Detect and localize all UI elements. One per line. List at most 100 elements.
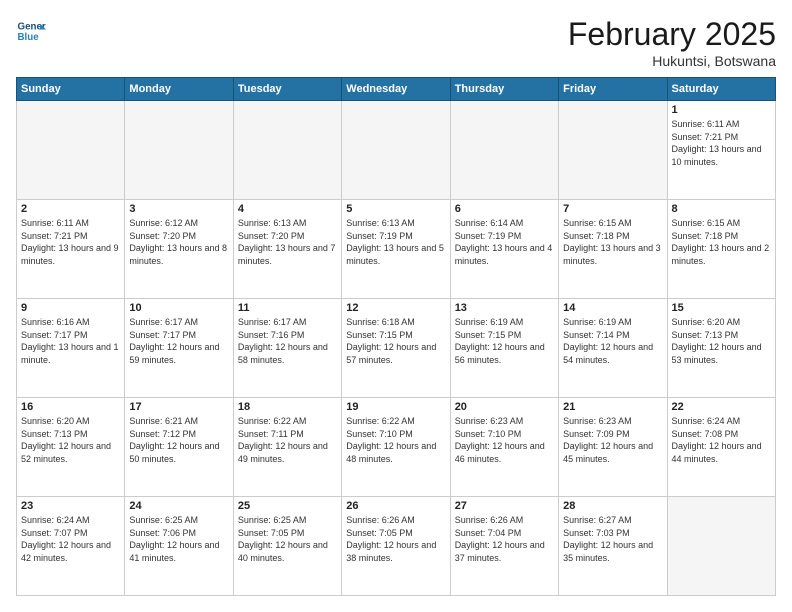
day-number: 25: [238, 500, 337, 512]
calendar-cell: 12 Sunrise: 6:18 AMSunset: 7:15 PMDayligh…: [342, 299, 450, 398]
calendar-header-row: SundayMondayTuesdayWednesdayThursdayFrid…: [17, 78, 776, 101]
day-info: Sunrise: 6:24 AMSunset: 7:07 PMDaylight:…: [21, 514, 120, 564]
day-number: 2: [21, 203, 120, 215]
calendar-cell: 1 Sunrise: 6:11 AMSunset: 7:21 PMDaylight…: [667, 101, 775, 200]
day-number: 27: [455, 500, 554, 512]
calendar-cell: 24Sunrise: 6:25 AMSunset: 7:06 PMDayligh…: [125, 497, 233, 596]
calendar-cell: 26 Sunrise: 6:26 AMSunset: 7:05 PMDayligh…: [342, 497, 450, 596]
day-info: Sunrise: 6:27 AMSunset: 7:03 PMDaylight:…: [563, 514, 662, 564]
calendar-cell: 17 Sunrise: 6:21 AMSunset: 7:12 PMDayligh…: [125, 398, 233, 497]
day-number: 16: [21, 401, 120, 413]
day-number: 23: [21, 500, 120, 512]
calendar-cell: [233, 101, 341, 200]
day-number: 22: [672, 401, 771, 413]
day-number: 4: [238, 203, 337, 215]
day-info: Sunrise: 6:18 AMSunset: 7:15 PMDaylight:…: [346, 316, 445, 366]
calendar-cell: 25 Sunrise: 6:25 AMSunset: 7:05 PMDayligh…: [233, 497, 341, 596]
title-block: February 2025 Hukuntsi, Botswana: [568, 16, 776, 69]
col-header-friday: Friday: [559, 78, 667, 101]
day-info: Sunrise: 6:23 AMSunset: 7:10 PMDaylight:…: [455, 415, 554, 465]
calendar-cell: 27 Sunrise: 6:26 AMSunset: 7:04 PMDayligh…: [450, 497, 558, 596]
day-number: 5: [346, 203, 445, 215]
logo: General Blue: [16, 16, 46, 46]
calendar-cell: 16 Sunrise: 6:20 AMSunset: 7:13 PMDayligh…: [17, 398, 125, 497]
day-info: Sunrise: 6:12 AMSunset: 7:20 PMDaylight:…: [129, 217, 228, 267]
day-info: Sunrise: 6:16 AMSunset: 7:17 PMDaylight:…: [21, 316, 120, 366]
day-number: 3: [129, 203, 228, 215]
day-info: Sunrise: 6:19 AMSunset: 7:14 PMDaylight:…: [563, 316, 662, 366]
header: General Blue February 2025 Hukuntsi, Bot…: [16, 16, 776, 69]
calendar-cell: 21Sunrise: 6:23 AMSunset: 7:09 PMDayligh…: [559, 398, 667, 497]
day-info: Sunrise: 6:17 AMSunset: 7:17 PMDaylight:…: [129, 316, 228, 366]
day-number: 7: [563, 203, 662, 215]
day-number: 24: [129, 500, 228, 512]
day-number: 6: [455, 203, 554, 215]
day-number: 20: [455, 401, 554, 413]
calendar-cell: [667, 497, 775, 596]
day-info: Sunrise: 6:20 AMSunset: 7:13 PMDaylight:…: [21, 415, 120, 465]
col-header-monday: Monday: [125, 78, 233, 101]
col-header-tuesday: Tuesday: [233, 78, 341, 101]
day-info: Sunrise: 6:23 AMSunset: 7:09 PMDaylight:…: [563, 415, 662, 465]
day-info: Sunrise: 6:25 AMSunset: 7:05 PMDaylight:…: [238, 514, 337, 564]
calendar-cell: 3 Sunrise: 6:12 AMSunset: 7:20 PMDaylight…: [125, 200, 233, 299]
day-info: Sunrise: 6:22 AMSunset: 7:11 PMDaylight:…: [238, 415, 337, 465]
day-info: Sunrise: 6:26 AMSunset: 7:05 PMDaylight:…: [346, 514, 445, 564]
calendar-cell: 20 Sunrise: 6:23 AMSunset: 7:10 PMDayligh…: [450, 398, 558, 497]
day-info: Sunrise: 6:26 AMSunset: 7:04 PMDaylight:…: [455, 514, 554, 564]
day-number: 11: [238, 302, 337, 314]
day-number: 13: [455, 302, 554, 314]
calendar-cell: [450, 101, 558, 200]
calendar-cell: 11 Sunrise: 6:17 AMSunset: 7:16 PMDayligh…: [233, 299, 341, 398]
calendar-cell: [17, 101, 125, 200]
col-header-thursday: Thursday: [450, 78, 558, 101]
day-info: Sunrise: 6:17 AMSunset: 7:16 PMDaylight:…: [238, 316, 337, 366]
calendar-cell: 4 Sunrise: 6:13 AMSunset: 7:20 PMDaylight…: [233, 200, 341, 299]
day-number: 10: [129, 302, 228, 314]
calendar-cell: 8Sunrise: 6:15 AMSunset: 7:18 PMDaylight…: [667, 200, 775, 299]
calendar-table: SundayMondayTuesdayWednesdayThursdayFrid…: [16, 77, 776, 596]
calendar-cell: 10 Sunrise: 6:17 AMSunset: 7:17 PMDayligh…: [125, 299, 233, 398]
calendar-cell: 28Sunrise: 6:27 AMSunset: 7:03 PMDayligh…: [559, 497, 667, 596]
day-info: Sunrise: 6:21 AMSunset: 7:12 PMDaylight:…: [129, 415, 228, 465]
day-number: 9: [21, 302, 120, 314]
calendar-cell: 13 Sunrise: 6:19 AMSunset: 7:15 PMDayligh…: [450, 299, 558, 398]
day-info: Sunrise: 6:14 AMSunset: 7:19 PMDaylight:…: [455, 217, 554, 267]
calendar-cell: 23 Sunrise: 6:24 AMSunset: 7:07 PMDayligh…: [17, 497, 125, 596]
calendar-cell: 5 Sunrise: 6:13 AMSunset: 7:19 PMDaylight…: [342, 200, 450, 299]
day-info: Sunrise: 6:15 AMSunset: 7:18 PMDaylight:…: [672, 217, 771, 267]
calendar-cell: 22 Sunrise: 6:24 AMSunset: 7:08 PMDayligh…: [667, 398, 775, 497]
logo-icon: General Blue: [16, 16, 46, 46]
calendar-cell: 2Sunrise: 6:11 AMSunset: 7:21 PMDaylight…: [17, 200, 125, 299]
day-number: 18: [238, 401, 337, 413]
day-info: Sunrise: 6:13 AMSunset: 7:19 PMDaylight:…: [346, 217, 445, 267]
day-info: Sunrise: 6:24 AMSunset: 7:08 PMDaylight:…: [672, 415, 771, 465]
day-number: 17: [129, 401, 228, 413]
day-number: 12: [346, 302, 445, 314]
day-number: 26: [346, 500, 445, 512]
day-info: Sunrise: 6:22 AMSunset: 7:10 PMDaylight:…: [346, 415, 445, 465]
col-header-sunday: Sunday: [17, 78, 125, 101]
calendar-page: General Blue February 2025 Hukuntsi, Bot…: [0, 0, 792, 612]
calendar-week-3: 16 Sunrise: 6:20 AMSunset: 7:13 PMDayligh…: [17, 398, 776, 497]
calendar-cell: 19Sunrise: 6:22 AMSunset: 7:10 PMDayligh…: [342, 398, 450, 497]
location-subtitle: Hukuntsi, Botswana: [568, 53, 776, 69]
day-number: 14: [563, 302, 662, 314]
calendar-cell: 6 Sunrise: 6:14 AMSunset: 7:19 PMDaylight…: [450, 200, 558, 299]
day-number: 1: [672, 104, 771, 116]
month-year-title: February 2025: [568, 16, 776, 53]
day-info: Sunrise: 6:11 AMSunset: 7:21 PMDaylight:…: [672, 118, 771, 168]
col-header-wednesday: Wednesday: [342, 78, 450, 101]
calendar-week-1: 2Sunrise: 6:11 AMSunset: 7:21 PMDaylight…: [17, 200, 776, 299]
col-header-saturday: Saturday: [667, 78, 775, 101]
day-info: Sunrise: 6:19 AMSunset: 7:15 PMDaylight:…: [455, 316, 554, 366]
day-info: Sunrise: 6:20 AMSunset: 7:13 PMDaylight:…: [672, 316, 771, 366]
calendar-cell: 15Sunrise: 6:20 AMSunset: 7:13 PMDayligh…: [667, 299, 775, 398]
day-info: Sunrise: 6:15 AMSunset: 7:18 PMDaylight:…: [563, 217, 662, 267]
calendar-cell: [559, 101, 667, 200]
calendar-week-0: 1 Sunrise: 6:11 AMSunset: 7:21 PMDaylight…: [17, 101, 776, 200]
day-info: Sunrise: 6:13 AMSunset: 7:20 PMDaylight:…: [238, 217, 337, 267]
calendar-cell: 14 Sunrise: 6:19 AMSunset: 7:14 PMDayligh…: [559, 299, 667, 398]
calendar-cell: 7 Sunrise: 6:15 AMSunset: 7:18 PMDaylight…: [559, 200, 667, 299]
calendar-cell: 9 Sunrise: 6:16 AMSunset: 7:17 PMDaylight…: [17, 299, 125, 398]
